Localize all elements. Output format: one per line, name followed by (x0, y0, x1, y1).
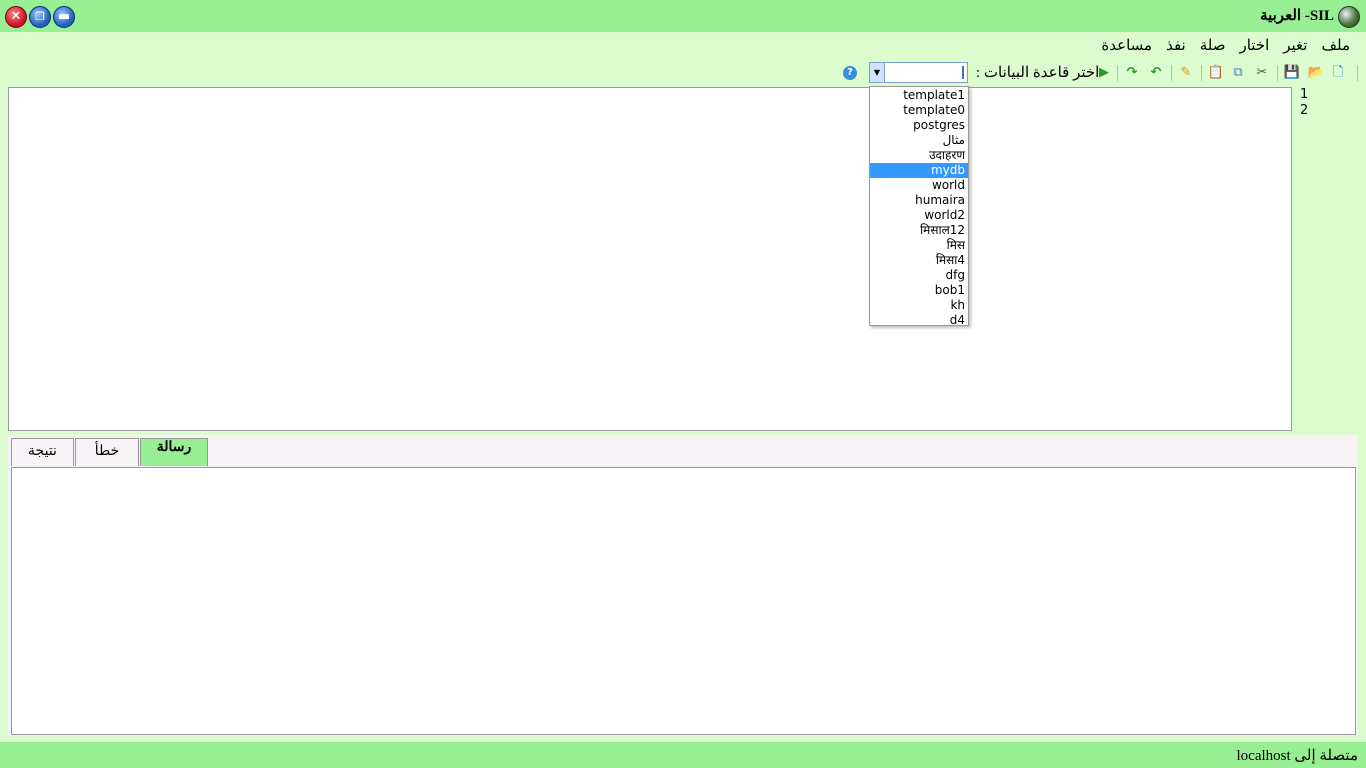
dropdown-option[interactable]: kh (870, 298, 968, 313)
redo-icon[interactable]: ↷ (1124, 65, 1140, 81)
dropdown-option[interactable]: humaira (870, 193, 968, 208)
dropdown-option[interactable]: उदाहरण (870, 148, 968, 163)
toolbar-separator (1117, 65, 1118, 81)
toolbar-separator (1201, 65, 1202, 81)
dropdown-option[interactable]: मिस (870, 238, 968, 253)
dropdown-option[interactable]: मिसा4 (870, 253, 968, 268)
text-caret (962, 66, 964, 79)
menu-file[interactable]: ملف (1321, 36, 1350, 55)
globe-icon (1338, 6, 1360, 28)
restore-window-button[interactable]: ❐ (29, 6, 51, 28)
database-dropdown-list: template1 template0 postgres مثال उदाहरण… (869, 86, 969, 328)
menu-select[interactable]: اختار (1239, 36, 1269, 55)
toolbar-separator (1171, 65, 1172, 81)
database-label: اختر قاعدة البيانات : (976, 65, 1100, 81)
dropdown-option[interactable]: d4 (870, 313, 968, 328)
chevron-down-icon[interactable]: ▼ (870, 63, 885, 82)
line-number: 1 (1300, 87, 1309, 102)
tab-error[interactable]: خطأ (75, 438, 139, 466)
dropdown-option[interactable]: world (870, 178, 968, 193)
dropdown-option[interactable]: template1 (870, 88, 968, 103)
status-bar: متصلة إلى localhost (0, 742, 1366, 768)
close-window-button[interactable]: ✕ (5, 6, 27, 28)
cut-icon[interactable]: ✂ (1254, 65, 1270, 81)
window-title: SIL- العربية (1260, 8, 1334, 24)
line-numbers: 1 2 (1300, 87, 1308, 119)
toolbar-separator (1277, 65, 1278, 81)
menu-connection[interactable]: صلة (1200, 36, 1226, 55)
menu-execute[interactable]: نفذ (1166, 36, 1186, 55)
line-number: 2 (1300, 103, 1309, 118)
dropdown-option[interactable]: मिसाल12 (870, 223, 968, 238)
paste-icon[interactable]: 📋 (1208, 65, 1224, 81)
menu-bar: ملف تغير اختار صلة نفذ مساعدة (1101, 36, 1350, 55)
new-file-icon[interactable]: 🗋 (1330, 65, 1346, 81)
undo-icon[interactable]: ↶ (1148, 65, 1164, 81)
menu-help[interactable]: مساعدة (1101, 36, 1152, 55)
toolbar-grip (1357, 65, 1358, 81)
copy-icon[interactable]: ⧉ (1230, 65, 1246, 81)
save-icon[interactable]: 💾 (1284, 65, 1300, 81)
menu-edit[interactable]: تغير (1283, 36, 1307, 55)
output-area[interactable] (11, 467, 1356, 735)
dropdown-option[interactable]: world2 (870, 208, 968, 223)
tab-message[interactable]: رسالة (140, 438, 208, 466)
tab-result[interactable]: نتيجة (11, 438, 74, 466)
open-folder-icon[interactable]: 📂 (1308, 65, 1324, 81)
title-bar: ✕ ❐ ▬ SIL- العربية (0, 0, 1366, 32)
dropdown-option[interactable]: bob1 (870, 283, 968, 298)
clear-icon[interactable]: ✎ (1178, 65, 1194, 81)
sql-editor[interactable] (8, 87, 1292, 431)
help-icon[interactable]: ? (843, 66, 857, 80)
dropdown-option-selected[interactable]: mydb (870, 163, 968, 178)
connection-status: متصلة إلى localhost (1236, 748, 1358, 764)
dropdown-option[interactable]: template0 (870, 103, 968, 118)
dropdown-option[interactable]: مثال (870, 133, 968, 148)
dropdown-option[interactable]: postgres (870, 118, 968, 133)
minimize-window-button[interactable]: ▬ (53, 6, 75, 28)
dropdown-option[interactable]: dfg (870, 268, 968, 283)
database-select[interactable]: ▼ (869, 62, 968, 83)
